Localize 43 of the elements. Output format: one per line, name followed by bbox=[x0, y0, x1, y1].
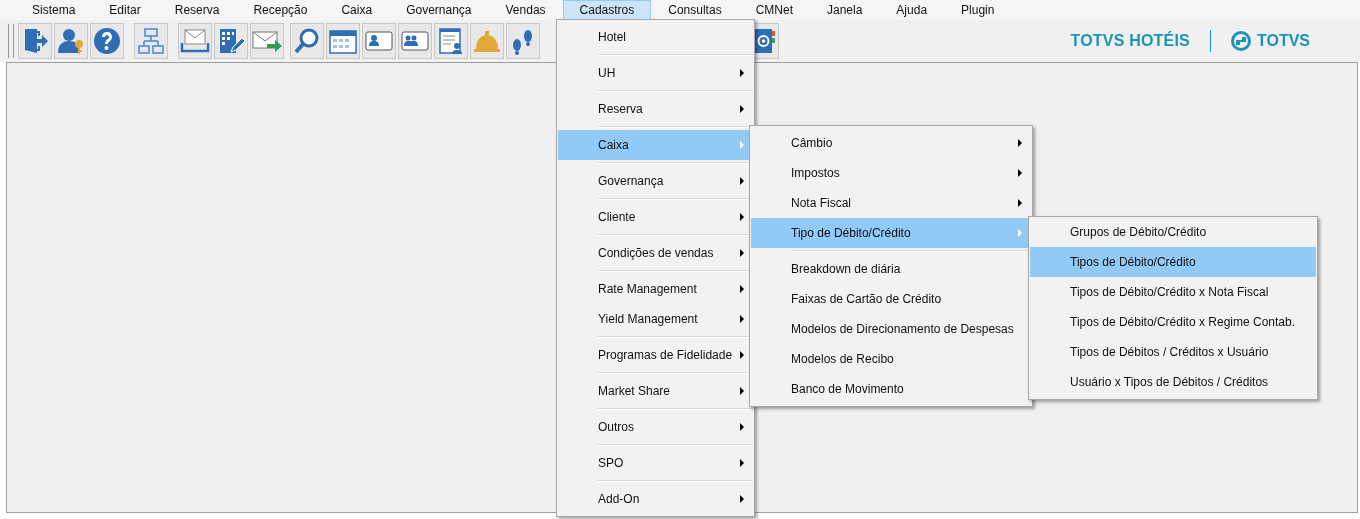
menu-item[interactable]: Grupos de Débito/Crédito bbox=[1030, 217, 1316, 247]
menu-item[interactable]: Reserva bbox=[558, 94, 753, 130]
menu-item[interactable]: Market Share bbox=[558, 376, 753, 412]
menu-bar-item[interactable]: Plugin bbox=[944, 0, 1012, 20]
menu-bar-item[interactable]: Janela bbox=[810, 0, 880, 20]
menu-item[interactable]: Tipos de Débito/Crédito x Regime Contab. bbox=[1030, 307, 1316, 337]
menu-item[interactable]: Tipos de Débito/Crédito x Nota Fiscal bbox=[1030, 277, 1316, 307]
menu-bar-item[interactable]: Sistema bbox=[15, 0, 93, 20]
menu-item[interactable]: Modelos de Direcionamento de Despesas bbox=[751, 314, 1031, 344]
menu-bar-item[interactable]: CMNet bbox=[738, 0, 810, 20]
menu-item[interactable]: Usuário x Tipos de Débitos / Créditos bbox=[1030, 367, 1316, 397]
menu-item[interactable]: Hotel bbox=[558, 22, 753, 58]
menu-item[interactable]: Faixas de Cartão de Crédito bbox=[751, 284, 1031, 314]
menu-bar-item[interactable]: Reserva bbox=[157, 0, 237, 20]
menu-bar-item[interactable]: Cadastros bbox=[562, 0, 652, 20]
menu-bar-item[interactable]: Editar bbox=[92, 0, 158, 20]
menu-item[interactable]: Breakdown de diária bbox=[751, 254, 1031, 284]
menu-item[interactable]: Câmbio bbox=[751, 128, 1031, 158]
menu-item[interactable]: Nota Fiscal bbox=[751, 188, 1031, 218]
menu-item[interactable]: Yield Management bbox=[558, 304, 753, 340]
menu-item[interactable]: Add-On bbox=[558, 484, 753, 514]
menu-item[interactable]: Tipos de Débitos / Créditos x Usuário bbox=[1030, 337, 1316, 367]
brand-logo-text: TOTVS bbox=[1256, 32, 1310, 50]
menu-item[interactable]: Modelos de Recibo bbox=[751, 344, 1031, 374]
menu-item[interactable]: Cliente bbox=[558, 202, 753, 238]
menu-item[interactable]: Governança bbox=[558, 166, 753, 202]
menu-bar-item[interactable]: Vendas bbox=[488, 0, 563, 20]
menu-bar-item[interactable]: Consultas bbox=[651, 0, 739, 20]
menu-bar-item[interactable]: Caixa bbox=[324, 0, 390, 20]
menu-bar-item[interactable]: Governança bbox=[389, 0, 489, 20]
menu-item[interactable]: Banco de Movimento bbox=[751, 374, 1031, 404]
menu-item[interactable]: Tipo de Débito/Crédito bbox=[751, 218, 1031, 254]
menu-item[interactable]: SPO bbox=[558, 448, 753, 484]
menu-item[interactable]: Rate Management bbox=[558, 274, 753, 304]
menu-item[interactable]: Programas de Fidelidade bbox=[558, 340, 753, 376]
product-logo-text: TOTVS HOTÉIS bbox=[1070, 32, 1190, 50]
menu-bar-item[interactable]: Recepção bbox=[236, 0, 325, 20]
menu-item[interactable]: Condições de vendas bbox=[558, 238, 753, 274]
menu-bar-item[interactable]: Ajuda bbox=[879, 0, 945, 20]
menu-item[interactable]: Impostos bbox=[751, 158, 1031, 188]
menu-item[interactable]: Tipos de Débito/Crédito bbox=[1030, 247, 1316, 277]
menu-item[interactable]: UH bbox=[558, 58, 753, 94]
menu-item[interactable]: Outros bbox=[558, 412, 753, 448]
